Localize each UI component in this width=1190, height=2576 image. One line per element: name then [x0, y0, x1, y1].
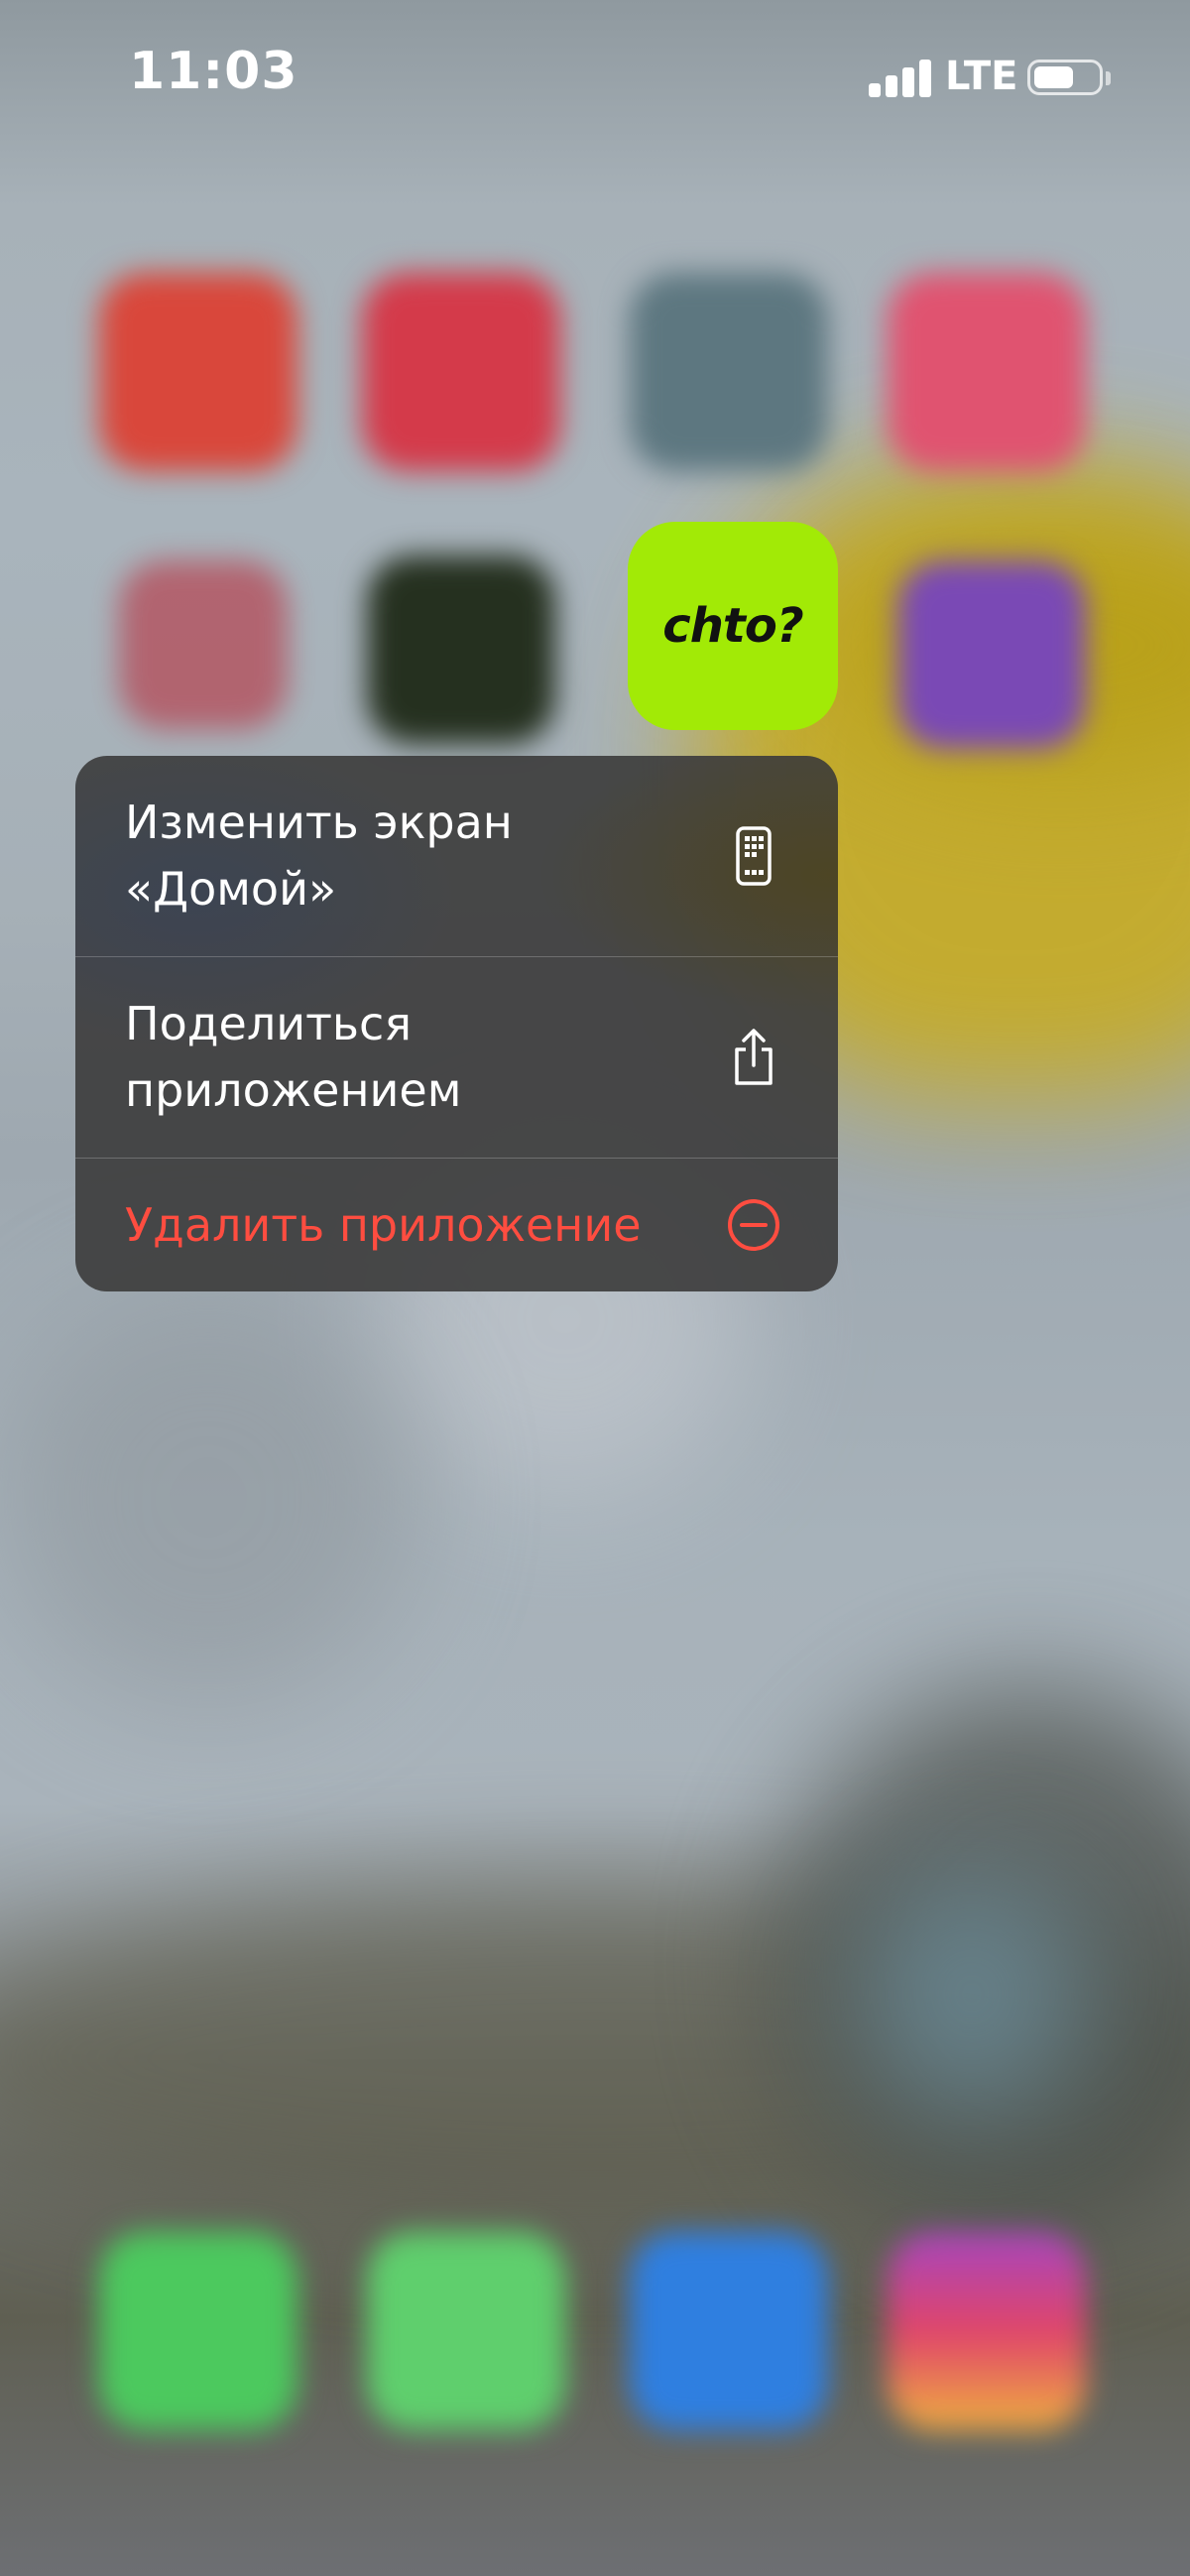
blurred-app-icon [119, 560, 288, 729]
status-bar: 11:03 LTE [0, 0, 1190, 159]
menu-item-label: Поделиться приложением [125, 997, 462, 1117]
battery-icon [1027, 60, 1103, 95]
battery-cap [1106, 71, 1111, 85]
wallpaper-blur [853, 1865, 1091, 2123]
blurred-app-icon [362, 273, 560, 471]
edit-home-screen-menu-item[interactable]: Изменить экран «Домой» [75, 756, 838, 956]
blurred-app-icon [367, 555, 555, 744]
network-type: LTE [945, 54, 1018, 99]
phone-icon [99, 2232, 298, 2430]
app-icon-logo-text: chto? [662, 598, 803, 654]
status-time: 11:03 [129, 42, 298, 101]
blurred-app-icon [99, 273, 298, 471]
blurred-app-icon [888, 273, 1086, 471]
messages-icon [367, 2232, 565, 2430]
blurred-app-icon [630, 273, 828, 471]
cellular-signal-icon [869, 58, 932, 97]
chto-app-icon[interactable]: chto? [628, 522, 838, 730]
app-context-menu: Изменить экран «Домой» Поделиться прилож… [75, 756, 838, 1291]
remove-minus-circle-icon [724, 1195, 783, 1255]
home-screen-phone-icon [724, 826, 783, 886]
menu-item-label: Изменить экран «Домой» [125, 796, 513, 916]
delete-app-menu-item[interactable]: Удалить приложение [75, 1159, 838, 1291]
blurred-app-icon [897, 560, 1086, 749]
menu-item-label: Удалить приложение [125, 1197, 642, 1252]
battery-level [1034, 66, 1073, 88]
blurred-app-icon [630, 2232, 828, 2430]
instagram-icon [888, 2232, 1086, 2430]
wallpaper-blur [0, 1289, 416, 1706]
share-icon [724, 1028, 783, 1087]
share-app-menu-item[interactable]: Поделиться приложением [75, 957, 838, 1158]
